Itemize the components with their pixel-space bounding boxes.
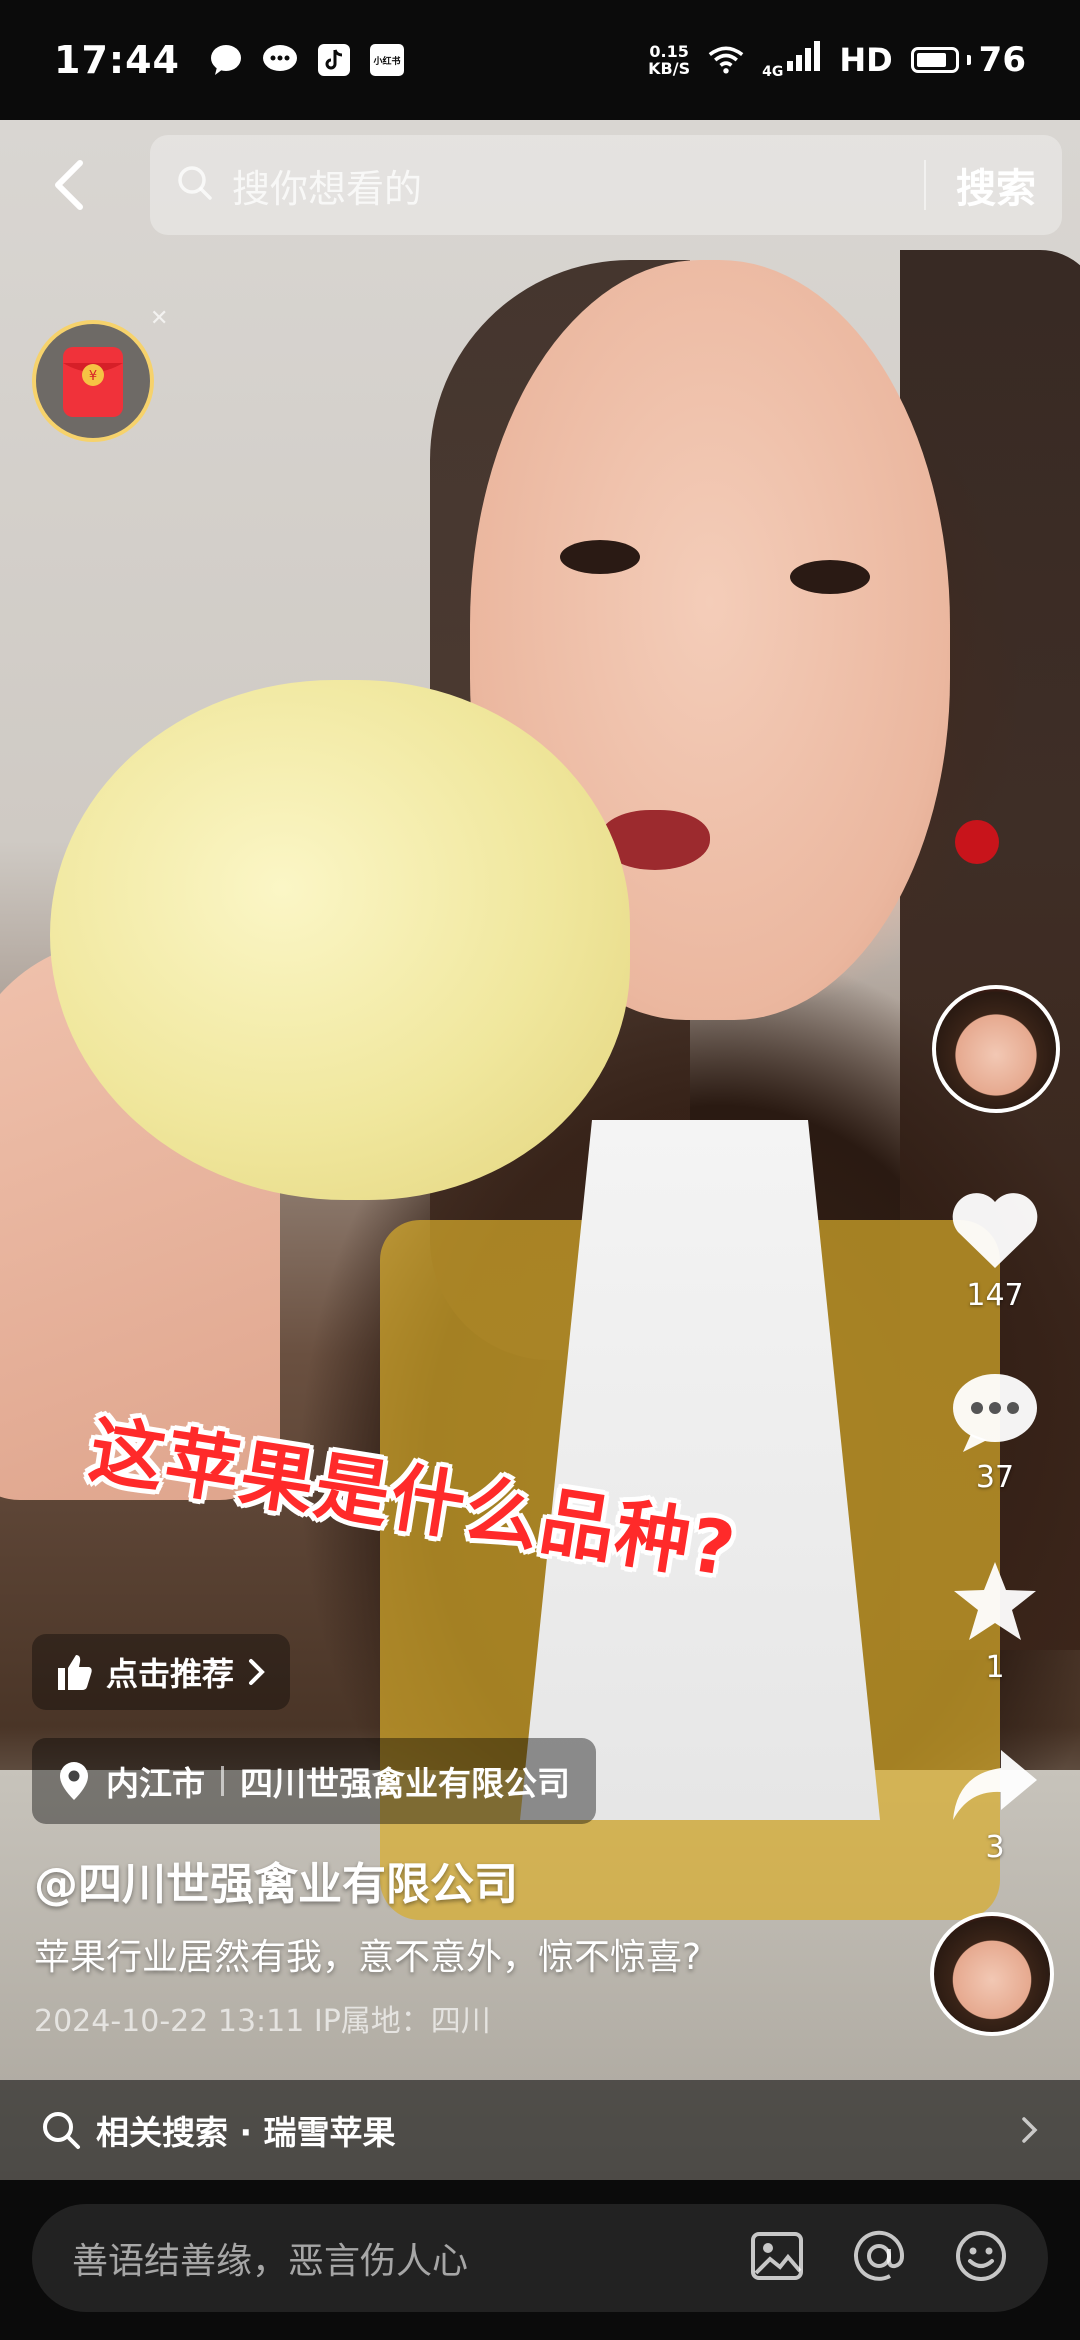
message-icon xyxy=(262,42,298,78)
comment-tools xyxy=(750,2229,1008,2287)
search-icon xyxy=(176,164,214,206)
like-button[interactable]: 147 xyxy=(930,1190,1060,1313)
battery-icon xyxy=(910,47,959,73)
location-tag[interactable]: 内江市 四川世强禽业有限公司 xyxy=(32,1738,596,1824)
red-packet-widget[interactable]: ¥ xyxy=(32,320,154,442)
signal-icon xyxy=(787,40,821,80)
chevron-right-icon xyxy=(249,1659,265,1685)
video-scene-eye xyxy=(790,560,870,594)
related-search-label: 相关搜索 · 瑞雪苹果 xyxy=(96,2113,396,2152)
comment-button[interactable]: 37 xyxy=(930,1370,1060,1495)
search-button[interactable]: 搜索 xyxy=(956,156,1036,214)
video-scene-eye xyxy=(560,540,640,574)
at-mention-icon[interactable] xyxy=(852,2229,906,2287)
share-arrow-icon xyxy=(953,1750,1037,1820)
battery-indicator: 76 xyxy=(910,40,1026,80)
tiktok-icon xyxy=(316,42,352,78)
wifi-icon xyxy=(708,42,744,78)
author-avatar[interactable] xyxy=(932,985,1060,1113)
image-icon[interactable] xyxy=(750,2231,804,2285)
location-city: 内江市 xyxy=(106,1764,205,1803)
video-scene-earring xyxy=(955,820,999,864)
location-divider xyxy=(221,1766,224,1796)
post-meta: 2024-10-22 13:11 IP属地：四川 xyxy=(34,2004,491,2039)
notification-icons: 小红书 xyxy=(208,42,404,78)
location-name: 四川世强禽业有限公司 xyxy=(240,1764,570,1803)
video-description: 苹果行业居然有我，意不意外，惊不惊喜? xyxy=(34,1937,702,1978)
xiaohongshu-label: 小红书 xyxy=(373,56,401,67)
thumbs-up-icon xyxy=(58,1655,92,1690)
red-packet-close-icon[interactable]: ✕ xyxy=(150,306,168,331)
back-button[interactable] xyxy=(40,155,100,215)
search-icon xyxy=(43,2112,80,2149)
chevron-right-icon xyxy=(1022,2117,1038,2143)
search-divider xyxy=(924,160,926,210)
network-speed-unit: KB/S xyxy=(648,59,691,78)
emoji-icon[interactable] xyxy=(954,2229,1008,2287)
like-count: 147 xyxy=(966,1278,1024,1313)
share-count: 3 xyxy=(985,1830,1005,1865)
comment-input[interactable]: 善语结善缘，恶言伤人心 xyxy=(32,2204,1048,2312)
heart-icon xyxy=(952,1193,1038,1268)
status-bar: 17:44 小红书 0.15 KB/S 4G HD 76 xyxy=(0,0,1080,120)
network-type: 4G xyxy=(762,40,821,80)
chat-bubble-icon xyxy=(208,42,244,78)
network-4g-label: 4G xyxy=(762,64,784,80)
svg-text:¥: ¥ xyxy=(89,369,97,384)
star-icon xyxy=(954,1562,1036,1640)
xiaohongshu-icon: 小红书 xyxy=(369,44,404,76)
comment-count: 37 xyxy=(975,1460,1015,1495)
search-placeholder: 搜你想看的 xyxy=(232,166,423,211)
favorite-count: 1 xyxy=(985,1650,1005,1685)
bottom-bar: 善语结善缘，恶言伤人心 xyxy=(0,2180,1080,2340)
recommend-label: 点击推荐 xyxy=(106,1655,235,1693)
back-arrow-icon xyxy=(55,160,83,210)
share-button[interactable]: 3 xyxy=(930,1744,1060,1865)
network-speed-value: 0.15 xyxy=(649,42,689,61)
comment-icon xyxy=(953,1374,1037,1452)
battery-level: 76 xyxy=(978,40,1026,80)
hd-indicator: HD xyxy=(839,41,893,79)
red-envelope-icon: ¥ xyxy=(63,347,123,417)
comment-placeholder: 善语结善缘，恶言伤人心 xyxy=(72,2241,469,2282)
music-avatar[interactable] xyxy=(930,1912,1054,2036)
network-speed: 0.15 KB/S xyxy=(648,43,690,77)
author-name[interactable]: @四川世强禽业有限公司 xyxy=(34,1848,518,1912)
top-bar: 搜你想看的 搜索 xyxy=(0,135,1080,235)
video-scene-apple xyxy=(50,680,630,1200)
favorite-button[interactable]: 1 xyxy=(930,1558,1060,1685)
related-search-bar[interactable]: 相关搜索 · 瑞雪苹果 xyxy=(0,2080,1080,2180)
search-input[interactable]: 搜你想看的 搜索 xyxy=(150,135,1062,235)
status-right: 0.15 KB/S 4G HD 76 xyxy=(648,40,1026,80)
status-time: 17:44 xyxy=(54,38,180,82)
recommend-button[interactable]: 点击推荐 xyxy=(32,1634,291,1710)
location-pin-icon xyxy=(60,1762,88,1800)
